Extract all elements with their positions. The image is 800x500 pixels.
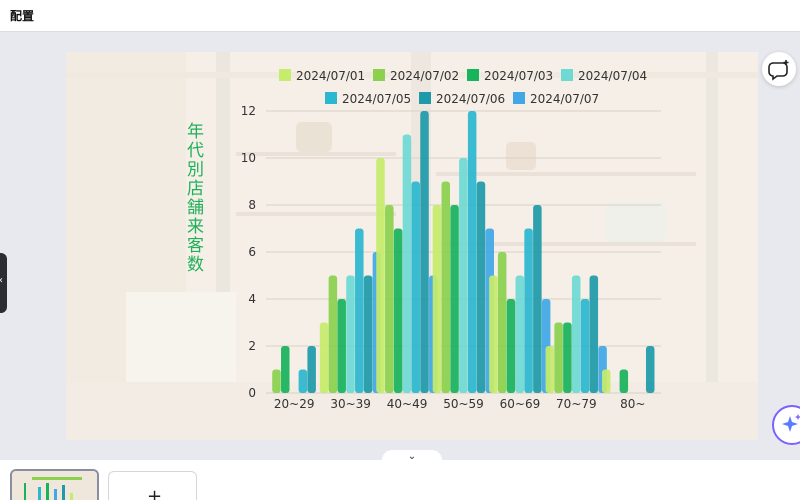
legend-label[interactable]: 2024/07/02 [390, 69, 459, 83]
bar[interactable] [563, 322, 572, 394]
bar[interactable] [376, 158, 385, 393]
x-tick-label: 70~79 [556, 397, 597, 411]
page-thumbnail[interactable] [10, 469, 99, 500]
bar[interactable] [420, 111, 429, 393]
y-tick-label: 2 [248, 339, 256, 353]
bar[interactable] [337, 299, 346, 393]
y-tick-label: 12 [241, 104, 256, 118]
y-tick-label: 4 [248, 292, 256, 306]
bar[interactable] [385, 205, 394, 393]
bar[interactable] [281, 346, 290, 393]
legend-swatch [513, 92, 525, 104]
page-title: 配置 [10, 9, 35, 23]
bar[interactable] [307, 346, 316, 393]
bar[interactable] [524, 228, 533, 394]
bar[interactable] [467, 111, 477, 393]
legend-swatch [279, 69, 291, 81]
legend-swatch [419, 92, 431, 104]
bar[interactable] [363, 275, 373, 394]
magic-assist-button[interactable] [772, 405, 800, 445]
bar[interactable] [393, 228, 403, 394]
bar[interactable] [411, 181, 420, 394]
bar[interactable] [298, 369, 308, 394]
comment-add-icon [768, 60, 789, 81]
bar[interactable] [346, 275, 355, 394]
bar[interactable] [589, 275, 599, 394]
bar[interactable] [571, 275, 581, 394]
bar[interactable] [580, 299, 590, 393]
x-tick-label: 80~ [620, 397, 645, 411]
add-page-button[interactable]: + [108, 471, 197, 500]
y-tick-label: 0 [248, 386, 256, 400]
bar[interactable] [545, 346, 555, 393]
legend-swatch [561, 69, 573, 81]
bar[interactable] [355, 228, 364, 394]
x-tick-label: 50~59 [443, 397, 484, 411]
legend-swatch [373, 69, 385, 81]
bar[interactable] [459, 158, 468, 393]
bar[interactable] [328, 275, 338, 394]
legend-swatch [467, 69, 479, 81]
plus-icon: + [147, 486, 163, 500]
legend-label[interactable]: 2024/07/06 [436, 92, 505, 106]
bar[interactable] [601, 369, 611, 394]
legend-label[interactable]: 2024/07/04 [578, 69, 647, 83]
legend-swatch [325, 92, 337, 104]
bar[interactable] [319, 322, 329, 394]
bar[interactable] [402, 134, 412, 394]
chevron-left-icon: ‹ [0, 275, 3, 286]
bar[interactable] [645, 346, 655, 393]
y-tick-label: 6 [248, 245, 256, 259]
left-panel-handle[interactable]: ‹ [0, 253, 7, 313]
bar[interactable] [554, 322, 563, 394]
bar[interactable] [489, 275, 498, 394]
y-tick-label: 10 [241, 151, 256, 165]
page-strip: + [0, 460, 800, 500]
x-tick-label: 20~29 [274, 397, 315, 411]
bar[interactable] [497, 252, 507, 393]
bar[interactable] [450, 205, 459, 393]
legend-label[interactable]: 2024/07/03 [484, 69, 553, 83]
bar[interactable] [533, 205, 542, 393]
x-tick-label: 30~39 [330, 397, 371, 411]
bar[interactable] [515, 275, 525, 394]
y-tick-label: 8 [248, 198, 256, 212]
thumbnail-chart-image [12, 471, 97, 500]
bar-chart[interactable]: 0 2 4 6 8 10 12 20~29 30~39 40~49 50~59 60~69 70~79 8… [66, 52, 758, 440]
top-bar: 配置 [0, 0, 800, 32]
bar[interactable] [432, 205, 442, 393]
bar[interactable] [619, 369, 629, 394]
x-tick-label: 60~69 [500, 397, 541, 411]
bar[interactable] [476, 181, 486, 394]
x-tick-label: 40~49 [387, 397, 428, 411]
bar[interactable] [441, 181, 451, 394]
sparkle-icon [782, 414, 800, 432]
legend-label[interactable]: 2024/07/07 [530, 92, 599, 106]
bar[interactable] [272, 369, 281, 394]
legend-label[interactable]: 2024/07/01 [296, 69, 365, 83]
design-canvas[interactable]: 年代別店舗来客数 0 2 4 6 8 10 12 20~29 30~39 40~49 50~59 60… [66, 52, 758, 440]
legend-label[interactable]: 2024/07/05 [342, 92, 411, 106]
comment-add-button[interactable] [762, 52, 796, 86]
bar[interactable] [506, 299, 516, 393]
